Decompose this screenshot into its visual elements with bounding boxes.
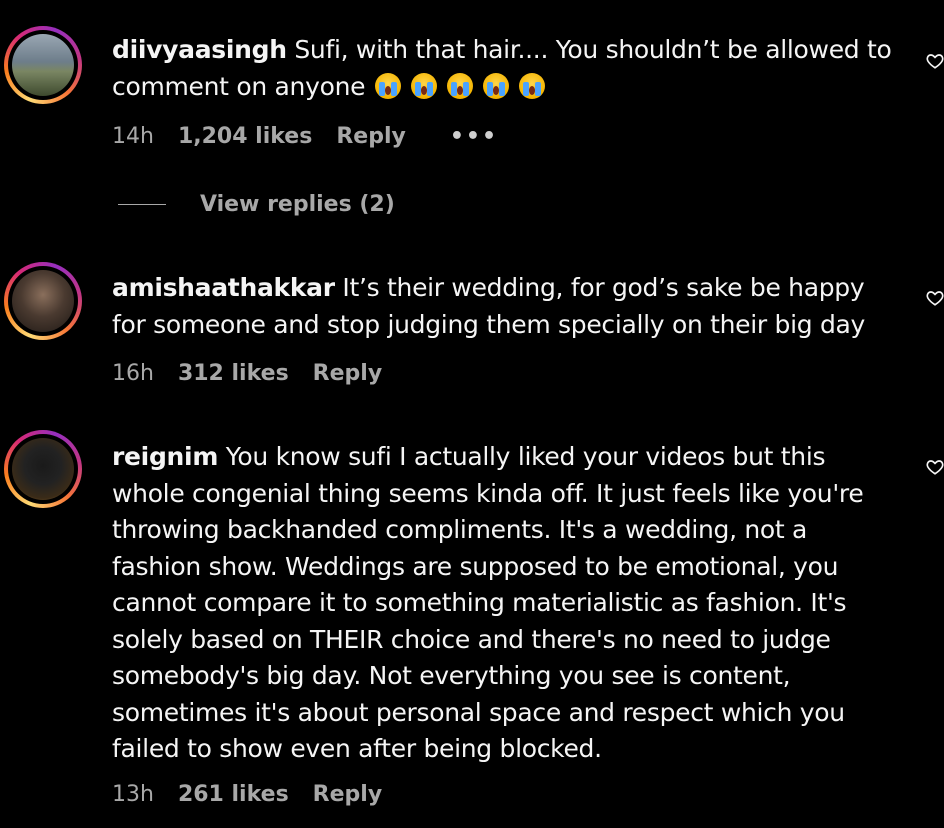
comment-meta: 14h 1,204 likes Reply ••• [112, 124, 522, 149]
comment-username[interactable]: diivyaasingh [112, 35, 287, 64]
crying-emoji-icon [375, 72, 402, 99]
avatar[interactable] [4, 262, 82, 340]
comment-text: reignim You know sufi I actually liked y… [112, 439, 902, 768]
more-options-icon[interactable]: ••• [450, 124, 498, 149]
comment-text: diivyaasingh Sufi, with that hair.... Yo… [112, 32, 902, 105]
comment-body: You know sufi I actually liked your vide… [112, 442, 864, 763]
reply-button[interactable]: Reply [313, 361, 383, 386]
reply-button[interactable]: Reply [313, 782, 383, 807]
comment-likes[interactable]: 312 likes [178, 361, 289, 386]
comment-body-line2: comment on anyone [112, 71, 366, 101]
heart-outline-icon[interactable] [926, 52, 944, 70]
comment-meta: 16h 312 likes Reply [112, 361, 406, 386]
comment-time: 14h [112, 124, 154, 149]
crying-emoji-icon [447, 72, 474, 99]
comment-likes[interactable]: 1,204 likes [178, 124, 312, 149]
comment-time: 13h [112, 782, 154, 807]
crying-emoji-icon [483, 72, 510, 99]
crying-emoji-icon [519, 72, 546, 99]
comment-meta: 13h 261 likes Reply [112, 782, 406, 807]
heart-outline-icon[interactable] [926, 289, 944, 307]
comment-body-line1: Sufi, with that hair.... You shouldn’t b… [286, 35, 892, 64]
avatar[interactable] [4, 430, 82, 508]
view-replies-button[interactable]: View replies (2) [118, 192, 395, 217]
comment-likes[interactable]: 261 likes [178, 782, 289, 807]
comment-text: amishaathakkar It’s their wedding, for g… [112, 270, 902, 343]
comment-username[interactable]: amishaathakkar [112, 273, 335, 302]
divider [118, 204, 166, 205]
reply-button[interactable]: Reply [336, 124, 406, 149]
view-replies-label: View replies (2) [200, 192, 395, 217]
comment-time: 16h [112, 361, 154, 386]
heart-outline-icon[interactable] [926, 458, 944, 476]
comment-username[interactable]: reignim [112, 442, 218, 471]
avatar[interactable] [4, 26, 82, 104]
crying-emoji-icon [411, 72, 438, 99]
